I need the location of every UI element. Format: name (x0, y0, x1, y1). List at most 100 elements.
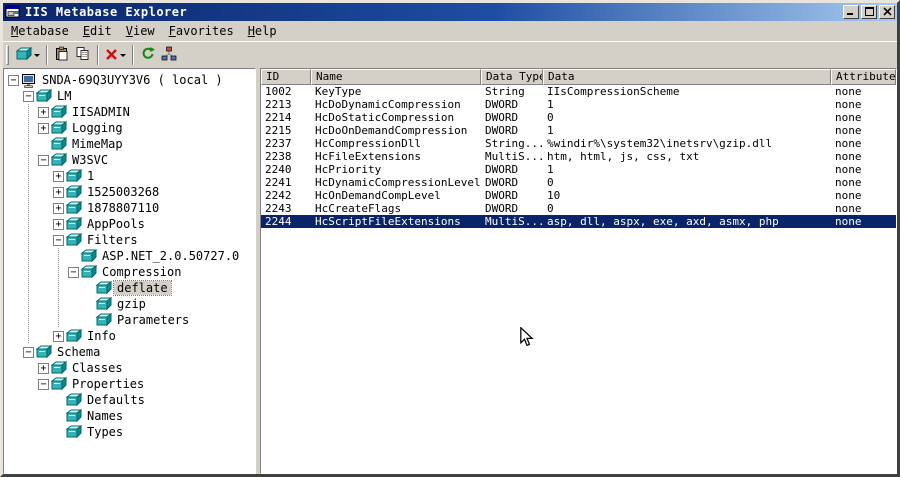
key-icon (66, 169, 84, 183)
delete-button[interactable] (103, 44, 128, 66)
table-row-2240[interactable]: 2240 HcPriority DWORD 1 none (261, 163, 896, 176)
expand-toggle[interactable]: + (51, 168, 66, 184)
collapse-toggle[interactable]: − (51, 232, 66, 248)
cell-data: IIsCompressionScheme (547, 85, 680, 98)
cell-id: 2244 (265, 215, 292, 228)
table-row-2214[interactable]: 2214 HcDoStaticCompression DWORD 0 none (261, 111, 896, 124)
menu-edit[interactable]: Edit (76, 23, 119, 39)
expand-toggle[interactable]: + (36, 360, 51, 376)
tree-item-names[interactable]: Names (6, 408, 255, 424)
collapse-toggle[interactable]: − (36, 376, 51, 392)
expand-toggle[interactable]: + (51, 184, 66, 200)
tree-item-1525003268[interactable]: +1525003268 (6, 184, 255, 200)
table-row-2241[interactable]: 2241 HcDynamicCompressionLevel DWORD 0 none (261, 176, 896, 189)
table-row-2244[interactable]: 2244 HcScriptFileExtensions MultiS... asp, … (261, 215, 896, 228)
tree-item-parameters[interactable]: Parameters (6, 312, 255, 328)
tree-item-label: LM (57, 89, 72, 103)
expand-toggle[interactable]: + (51, 328, 66, 344)
refresh-button[interactable] (138, 44, 158, 66)
column-header-data-type[interactable]: Data Type (481, 69, 543, 85)
cell-attributes: none (835, 111, 862, 124)
window-controls (843, 5, 895, 19)
table-row-1002[interactable]: 1002 KeyType String IIsCompressionScheme non… (261, 85, 896, 98)
menu-help[interactable]: Help (241, 23, 284, 39)
close-button[interactable] (879, 5, 895, 19)
table-row-2213[interactable]: 2213 HcDoDynamicCompression DWORD 1 none (261, 98, 896, 111)
tree-indent (21, 184, 36, 200)
collapse-toggle[interactable]: − (21, 344, 36, 360)
column-header-name[interactable]: Name (311, 69, 481, 85)
menu-view[interactable]: View (119, 23, 162, 39)
cell-name: HcCompressionDll (315, 137, 421, 150)
tree-item-label: SNDA-69Q3UYY3V6 ( local ) (42, 73, 223, 87)
toolbar-separator (97, 45, 99, 65)
table-row-2243[interactable]: 2243 HcCreateFlags DWORD 0 none (261, 202, 896, 215)
tree-item-filters[interactable]: − Filters (6, 232, 255, 248)
tree-indent (21, 312, 36, 328)
tree-item-snda-69q3uyy3v6-local[interactable]: − SNDA-69Q3UYY3V6 ( local ) (6, 72, 255, 88)
minimize-button[interactable] (843, 5, 859, 19)
expand-toggle[interactable]: + (51, 200, 66, 216)
tree-item-properties[interactable]: − Properties (6, 376, 255, 392)
connect-button[interactable] (159, 44, 179, 66)
table-row-2215[interactable]: 2215 HcDoOnDemandCompression DWORD 1 none (261, 124, 896, 137)
tree-item-defaults[interactable]: Defaults (6, 392, 255, 408)
collapse-toggle[interactable]: − (21, 88, 36, 104)
cell-data-type: DWORD (485, 163, 519, 176)
tree-item-mimemap[interactable]: MimeMap (6, 136, 255, 152)
tree-item-compression[interactable]: − Compression (6, 264, 255, 280)
cell-id: 1002 (265, 85, 292, 98)
tree-item-1878807110[interactable]: +1878807110 (6, 200, 255, 216)
copy-button[interactable] (73, 44, 93, 66)
tree-item-types[interactable]: Types (6, 424, 255, 440)
tree-item-lm[interactable]: − LM (6, 88, 255, 104)
menu-favorites[interactable]: Favorites (162, 23, 241, 39)
column-header-id[interactable]: ID (261, 69, 311, 85)
column-header-attributes[interactable]: Attributes (831, 69, 896, 85)
tree-item-asp-net-2-0-50727-0[interactable]: ASP.NET_2.0.50727.0 (6, 248, 255, 264)
expand-toggle[interactable]: + (36, 120, 51, 136)
table-row-2237[interactable]: 2237 HcCompressionDll String... %windir%\sy… (261, 137, 896, 150)
tree-item-gzip[interactable]: gzip (6, 296, 255, 312)
tree-indent (51, 296, 66, 312)
tree-indent (21, 264, 36, 280)
tree-item-1[interactable]: +1 (6, 168, 255, 184)
cell-data: 1 (547, 98, 554, 111)
cell-data-type: DWORD (485, 98, 519, 111)
tree-item-schema[interactable]: − Schema (6, 344, 255, 360)
tree-item-classes[interactable]: + Classes (6, 360, 255, 376)
toolbar-grip[interactable] (6, 45, 9, 65)
tree-item-label: ASP.NET_2.0.50727.0 (102, 249, 240, 263)
table-row-2238[interactable]: 2238 HcFileExtensions MultiS... htm, html, … (261, 150, 896, 163)
tree-item-logging[interactable]: + Logging (6, 120, 255, 136)
table-row-2242[interactable]: 2242 HcOnDemandCompLevel DWORD 10 none (261, 189, 896, 202)
tree-item-iisadmin[interactable]: + IISADMIN (6, 104, 255, 120)
minus-icon: − (38, 378, 49, 390)
tree-item-info[interactable]: + Info (6, 328, 255, 344)
collapse-toggle[interactable]: − (66, 264, 81, 280)
tree-item-apppools[interactable]: + AppPools (6, 216, 255, 232)
collapse-toggle[interactable]: − (36, 152, 51, 168)
tree-item-deflate[interactable]: deflate (6, 280, 255, 296)
new-key-button[interactable] (14, 44, 42, 66)
tree-item-w3svc[interactable]: − W3SVC (6, 152, 255, 168)
plus-icon: + (53, 186, 64, 198)
menu-metabase[interactable]: Metabase (4, 23, 76, 39)
expand-toggle[interactable]: + (36, 104, 51, 120)
column-header-data[interactable]: Data (543, 69, 831, 85)
collapse-toggle[interactable]: − (6, 72, 21, 88)
tree-stub (36, 136, 51, 152)
maximize-button[interactable] (861, 5, 877, 19)
key-icon (51, 377, 69, 391)
key-icon (96, 297, 114, 311)
paste-button[interactable] (52, 44, 72, 66)
cell-attributes: none (835, 163, 862, 176)
expand-toggle[interactable]: + (51, 216, 66, 232)
